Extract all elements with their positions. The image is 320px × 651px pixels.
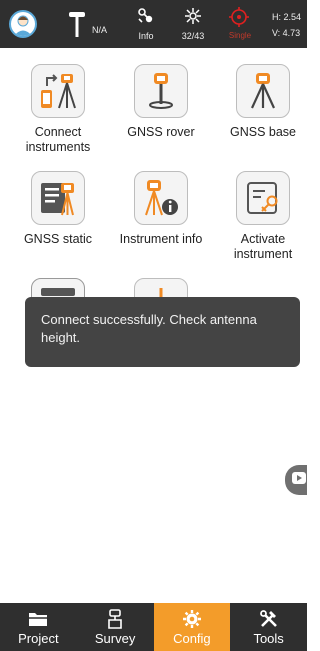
tools-icon <box>259 609 279 629</box>
nav-config[interactable]: Config <box>153 603 231 651</box>
satellite-icon[interactable] <box>135 6 157 33</box>
tile-gnss-static[interactable]: GNSS static <box>7 171 109 247</box>
nav-tools[interactable]: Tools <box>230 603 307 651</box>
status-bar: N/A Info 32/43 Single H: 2.54 V: 4.73 <box>0 0 307 48</box>
fix-status-label: Single <box>228 31 252 40</box>
gnss-rover-icon <box>134 64 188 118</box>
connect-instruments-icon <box>31 64 85 118</box>
fix-status-icon[interactable] <box>226 6 252 33</box>
tile-activate-instrument[interactable]: Activate instrument <box>212 171 307 262</box>
rover-pole-icon[interactable] <box>67 9 87 39</box>
play-icon <box>291 470 307 491</box>
satellite-count: 32/43 <box>181 31 205 41</box>
gnss-base-icon <box>236 64 290 118</box>
bottom-nav: Project Survey Config Tools <box>0 603 307 651</box>
tile-connect-instruments[interactable]: Connect instruments <box>7 64 109 155</box>
nav-label: Tools <box>253 630 284 646</box>
info-label[interactable]: Info <box>134 31 158 41</box>
tile-label: GNSS base <box>229 125 296 139</box>
tile-label: GNSS rover <box>127 125 195 139</box>
gnss-static-icon <box>31 171 85 225</box>
instrument-info-icon <box>134 171 188 225</box>
nav-survey[interactable]: Survey <box>77 603 154 651</box>
nav-label: Config <box>173 630 211 646</box>
tile-label: Activate instrument <box>233 232 293 261</box>
activate-instrument-icon <box>236 171 290 225</box>
gnss-antenna-icon[interactable] <box>183 6 203 33</box>
tile-label: GNSS static <box>23 232 93 246</box>
app-screen: N/A Info 32/43 Single H: 2.54 V: 4.73 Co… <box>0 0 307 651</box>
nav-project[interactable]: Project <box>0 603 77 651</box>
tile-instrument-info[interactable]: Instrument info <box>110 171 212 247</box>
toast-message: Connect successfully. Check antenna heig… <box>25 297 300 367</box>
tile-gnss-rover[interactable]: GNSS rover <box>110 64 212 140</box>
gear-icon <box>182 609 202 629</box>
horizontal-precision: H: 2.54 <box>272 12 302 22</box>
vertical-precision: V: 4.73 <box>272 28 301 38</box>
nav-label: Project <box>18 630 59 646</box>
folder-icon <box>28 609 48 629</box>
tile-label: Instrument info <box>119 232 203 246</box>
nav-label: Survey <box>94 630 136 646</box>
floating-panel-button[interactable] <box>285 465 307 495</box>
user-avatar-icon[interactable] <box>9 10 37 38</box>
tile-gnss-base[interactable]: GNSS base <box>212 64 307 140</box>
tile-label: Connect instruments <box>25 125 91 154</box>
rover-status-text: N/A <box>92 25 108 35</box>
survey-icon <box>105 608 125 629</box>
